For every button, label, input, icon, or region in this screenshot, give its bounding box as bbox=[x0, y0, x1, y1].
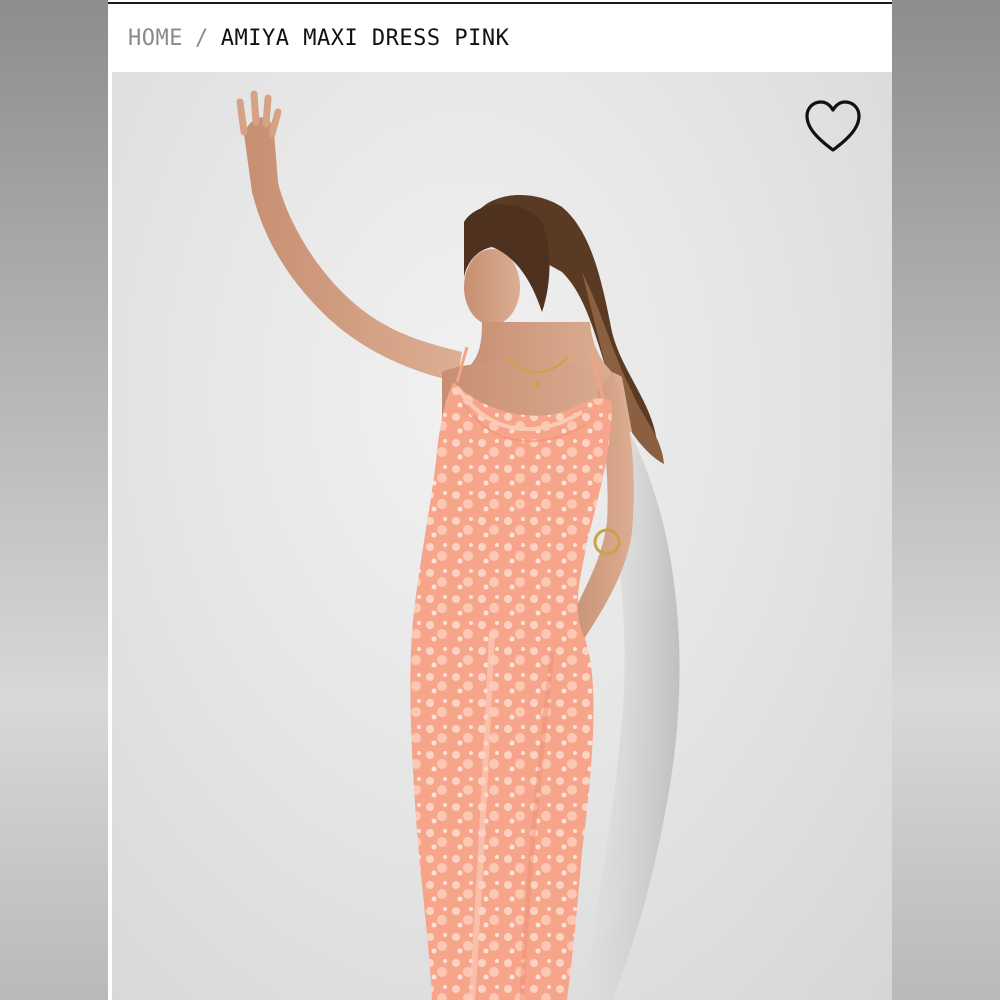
breadcrumb-separator: / bbox=[194, 25, 209, 51]
product-image[interactable] bbox=[112, 72, 892, 1000]
backdrop-right bbox=[892, 0, 1000, 1000]
breadcrumb-home-link[interactable]: HOME bbox=[128, 26, 183, 51]
product-page: HOME / AMIYA MAXI DRESS PINK bbox=[108, 0, 892, 1000]
breadcrumb-current-page: AMIYA MAXI DRESS PINK bbox=[220, 25, 510, 51]
wishlist-button[interactable] bbox=[802, 98, 864, 156]
backdrop-left bbox=[0, 0, 108, 1000]
heart-outline-icon bbox=[805, 100, 861, 152]
product-photo-illustration bbox=[236, 90, 680, 1000]
breadcrumb: HOME / AMIYA MAXI DRESS PINK bbox=[128, 24, 509, 52]
header-divider bbox=[108, 2, 892, 4]
